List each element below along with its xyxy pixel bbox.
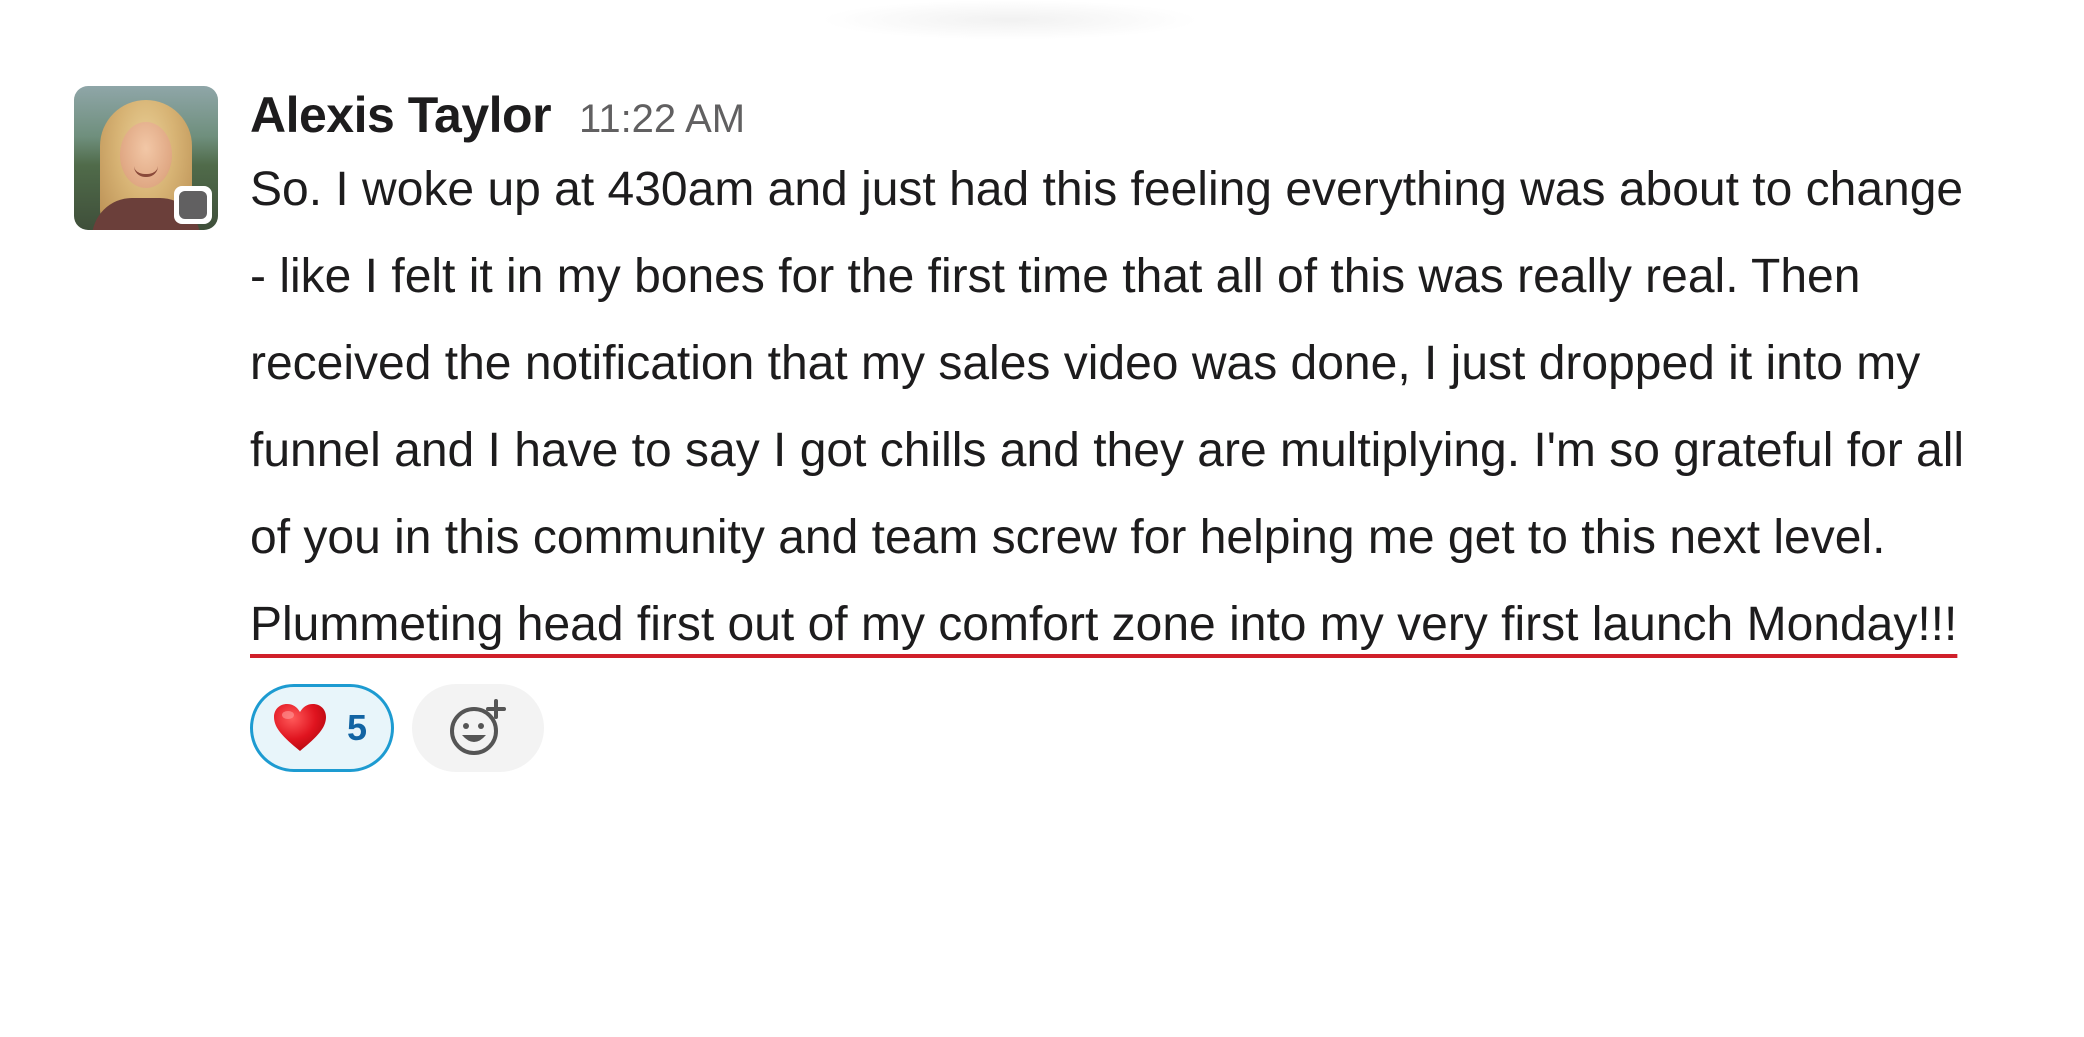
add-reaction-button[interactable]: [412, 684, 545, 772]
message-body-text: So. I woke up at 430am and just had this…: [250, 163, 1965, 564]
reactions-bar: 5: [250, 680, 2010, 776]
top-edge-artifact: [820, 0, 1200, 40]
reaction-count: 5: [347, 707, 368, 748]
presence-status-inner: [179, 191, 207, 219]
heart-icon: [274, 704, 326, 751]
message-timestamp[interactable]: 11:22 AM: [579, 97, 745, 142]
message-body-underlined-text: Plummeting head first out of my comfort …: [250, 598, 1958, 651]
avatar-container[interactable]: [74, 86, 220, 232]
message-content: Alexis Taylor 11:22 AM So. I woke up at …: [250, 86, 2010, 776]
add-reaction-icon: [450, 699, 507, 755]
reaction-heart-button[interactable]: 5: [250, 684, 395, 772]
message-body: So. I woke up at 430am and just had this…: [250, 146, 1990, 668]
avatar-face: [120, 122, 172, 188]
author-name[interactable]: Alexis Taylor: [250, 86, 552, 144]
presence-status-icon: [174, 186, 212, 224]
message-header: Alexis Taylor 11:22 AM: [250, 86, 2010, 144]
